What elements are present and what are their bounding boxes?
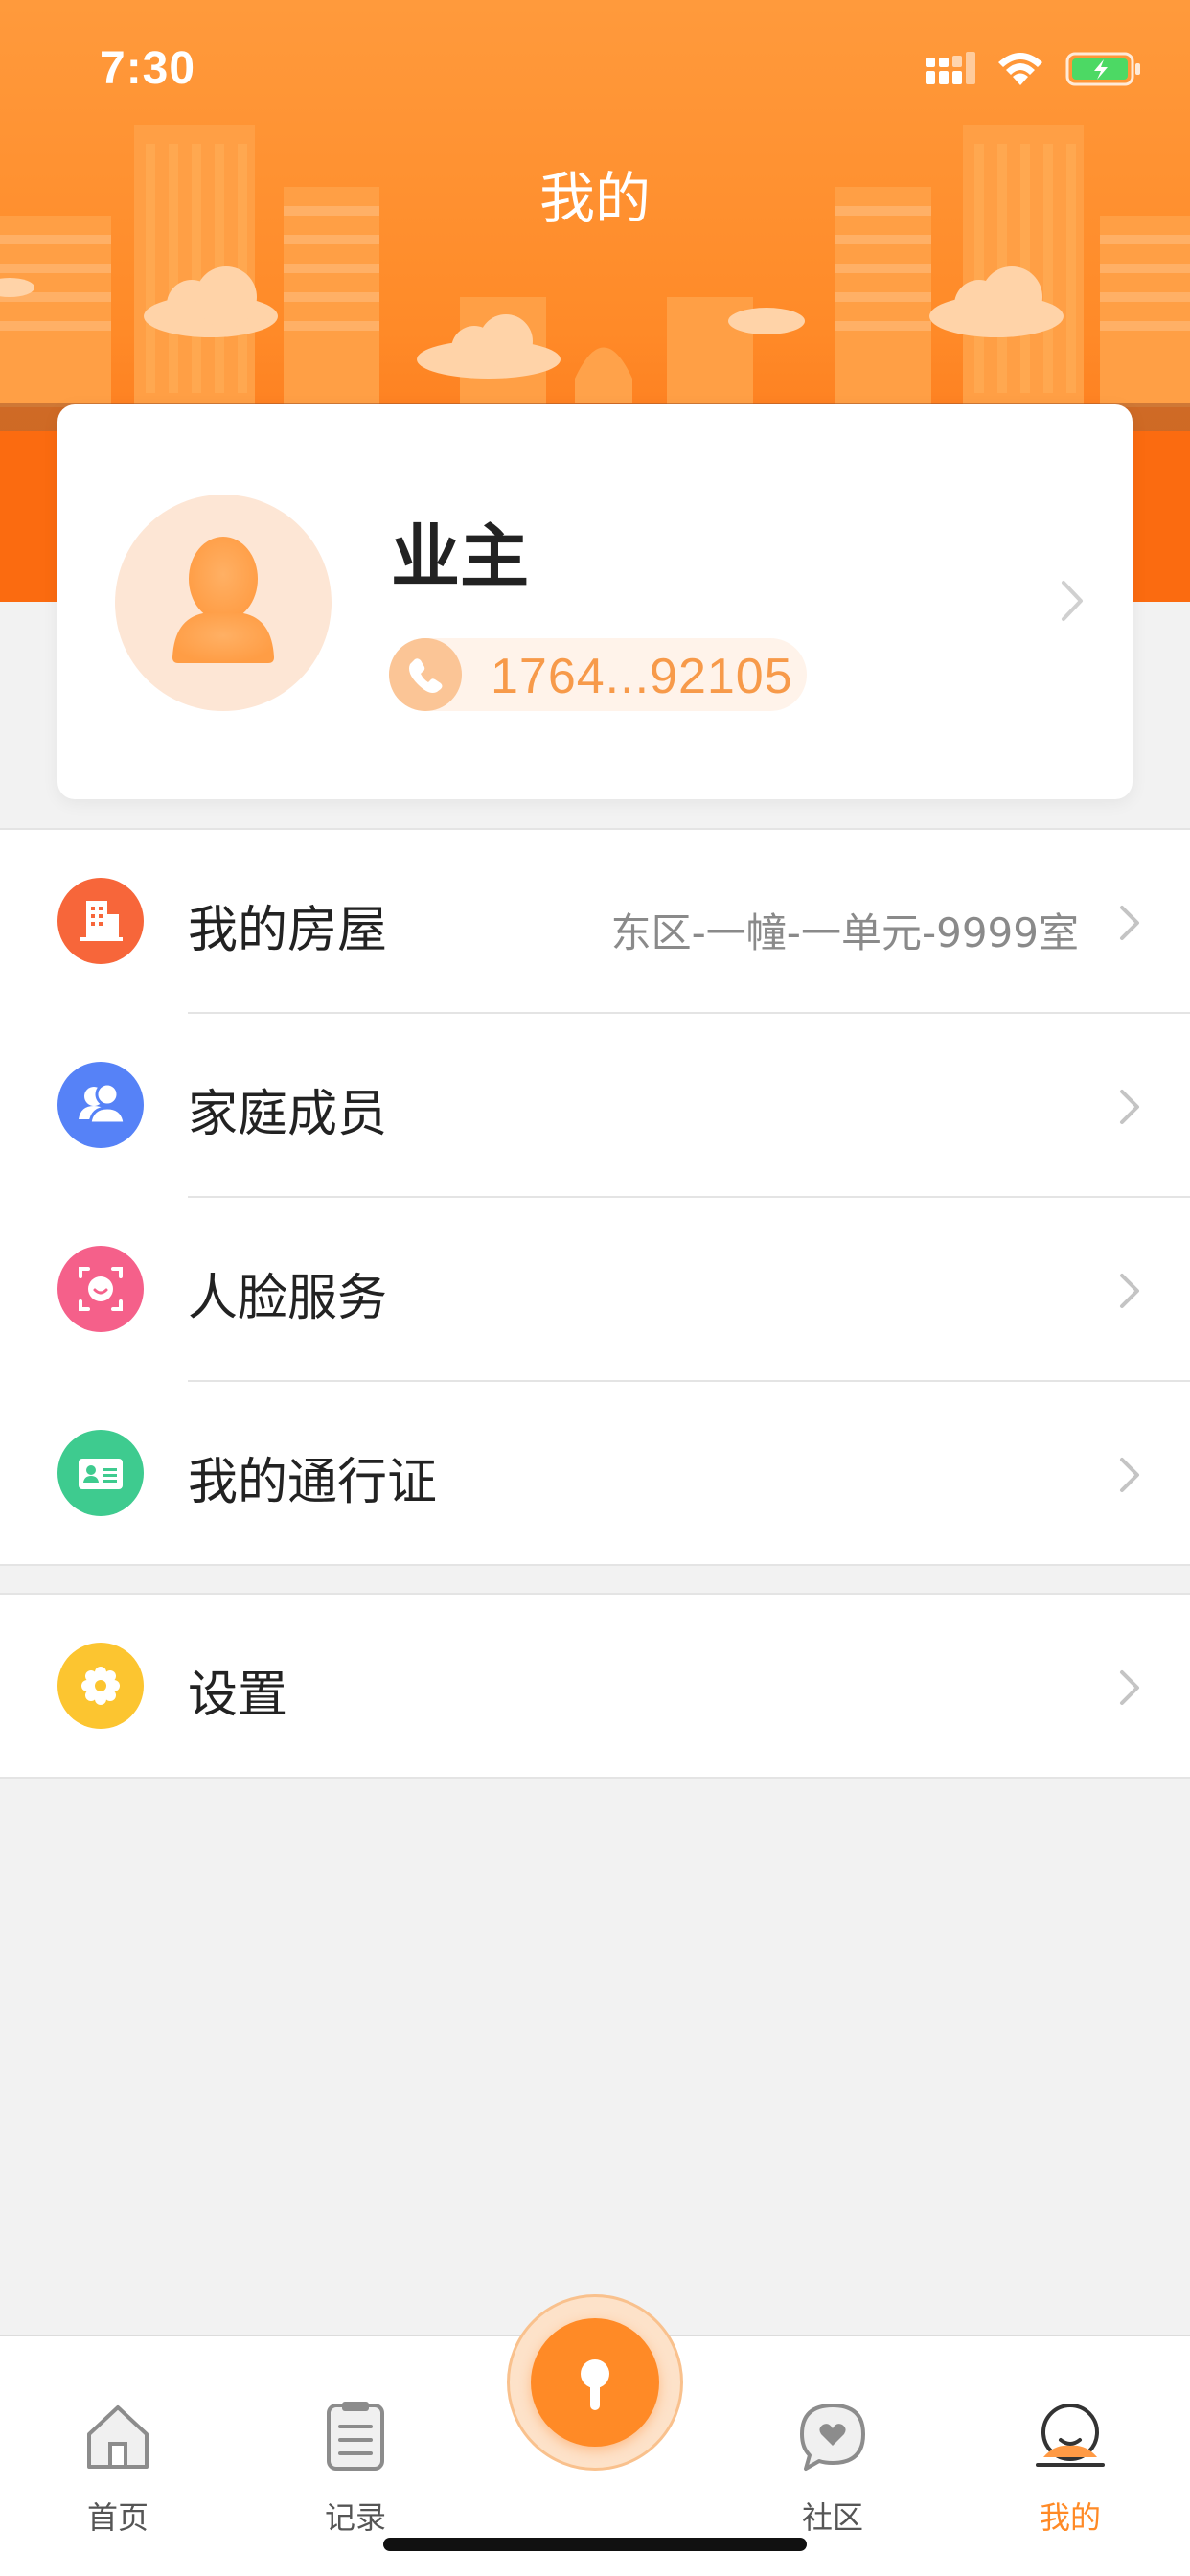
menu-item-settings[interactable]: 设置 [0,1595,1190,1779]
status-bar-time: 7:30 [100,43,196,94]
profile-page: 7:30 我的 业主 1764...92105 我的房屋 东区-一幢-一单元-9… [0,0,1190,2576]
profile-card[interactable]: 业主 1764...92105 [57,404,1133,799]
record-list-icon [327,2402,384,2471]
chevron-right-icon [1120,1670,1139,1705]
tab-record[interactable]: 记录 [279,2365,432,2538]
face-scan-icon [57,1246,144,1332]
family-members-icon [57,1062,144,1148]
chevron-right-icon [1120,1274,1139,1308]
page-title: 我的 [538,166,651,231]
menu-group-settings: 设置 [0,1593,1190,1779]
tab-label: 记录 [324,2499,386,2536]
building-icon [57,878,144,964]
profile-tab-icon [1036,2404,1105,2467]
menu-item-label: 家庭成员 [188,1086,388,1143]
status-bar-icons [926,50,1142,88]
user-name: 业主 [391,517,530,597]
settings-gear-icon [57,1643,144,1729]
home-indicator [383,2538,807,2551]
menu-item-my-house[interactable]: 我的房屋 东区-一幢-一单元-9999室 [0,830,1190,1014]
tab-community[interactable]: 社区 [756,2365,909,2538]
tab-home[interactable]: 首页 [41,2365,195,2538]
wifi-icon [998,53,1042,85]
avatar[interactable] [115,494,332,711]
menu-item-my-pass[interactable]: 我的通行证 [0,1382,1190,1566]
tab-mine[interactable]: 我的 [994,2365,1147,2538]
menu-item-label: 我的房屋 [188,902,388,959]
phone-icon [389,638,462,711]
phone-number: 1764...92105 [491,649,793,704]
community-chat-icon [800,2404,865,2471]
menu-item-label: 设置 [188,1667,288,1724]
chevron-right-icon [1120,906,1139,940]
chevron-right-icon [1062,581,1083,621]
menu-item-label: 我的通行证 [188,1454,438,1511]
user-avatar-icon [172,537,274,663]
unlock-button-ring[interactable] [507,2294,683,2471]
menu-group-main: 我的房屋 东区-一幢-一单元-9999室 家庭成员 人脸服务 我的通行证 [0,828,1190,1566]
home-icon [87,2405,149,2469]
menu-item-family-members[interactable]: 家庭成员 [0,1014,1190,1198]
id-card-icon [57,1430,144,1516]
chevron-right-icon [1120,1090,1139,1124]
menu-item-face-service[interactable]: 人脸服务 [0,1198,1190,1382]
house-address-value: 东区-一幢-一单元-9999室 [610,909,1079,956]
tab-label: 社区 [801,2499,863,2536]
tab-label: 首页 [86,2499,149,2536]
unlock-button[interactable] [531,2318,659,2447]
signal-icon [926,52,975,84]
battery-charging-icon [1065,52,1140,86]
phone-number-pill: 1764...92105 [389,638,807,711]
tab-label: 我的 [1039,2499,1101,2536]
menu-item-label: 人脸服务 [188,1270,388,1327]
chevron-right-icon [1120,1458,1139,1492]
keyhole-unlock-icon [581,2359,609,2410]
